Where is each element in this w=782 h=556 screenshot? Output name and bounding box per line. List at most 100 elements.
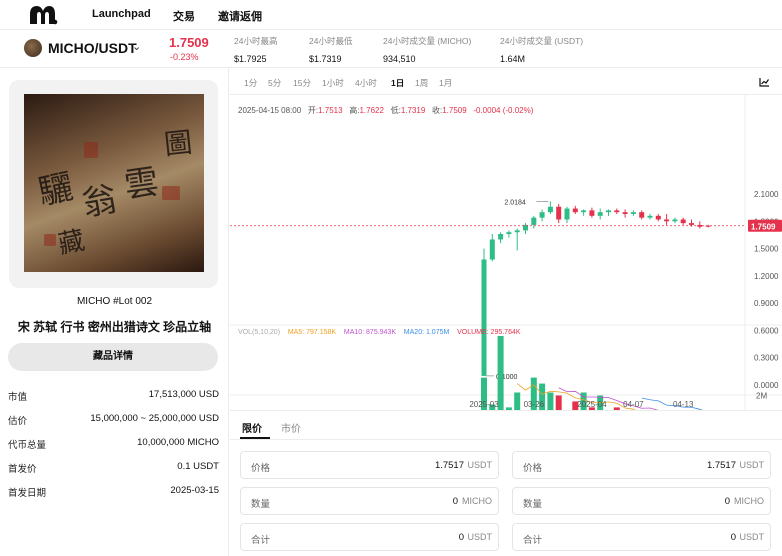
candle-body xyxy=(664,219,670,222)
pair-selector[interactable]: MICHO/USDT xyxy=(48,40,137,56)
candle-body xyxy=(689,223,694,225)
info-label: 首发日期 xyxy=(8,488,47,499)
vol-ma10: MA10: 875.943K xyxy=(343,329,397,336)
candle-body xyxy=(506,232,512,235)
candle-body xyxy=(481,259,487,376)
price-axis-label: 0.3000 xyxy=(754,354,779,363)
info-label: 首发价 xyxy=(8,464,37,475)
price-axis-label: 1.5000 xyxy=(754,245,779,254)
info-row-valuation: 估价 15,000,000 ~ 25,000,000 USD xyxy=(8,413,219,427)
stat-value: 1.64M xyxy=(500,54,526,64)
coin-avatar xyxy=(24,39,42,57)
vol-current: VOLUME: 295.764K xyxy=(457,329,521,336)
buy-price-input[interactable]: 价格 1.7517 USDT xyxy=(240,451,499,479)
info-label: 代币总量 xyxy=(8,440,47,451)
candle-body xyxy=(606,210,611,213)
price-axis-label: 0.0000 xyxy=(754,381,779,390)
stat-label: 24小时最高 xyxy=(234,36,278,46)
candle-body xyxy=(630,212,636,215)
vol-params: VOL(5,10,20) xyxy=(238,329,281,336)
stat-value: $1.7925 xyxy=(234,54,267,64)
asset-lot: MICHO #Lot 002 xyxy=(76,296,153,307)
field-unit: MICHO xyxy=(734,496,764,506)
field-value: 0 xyxy=(730,532,736,543)
buy-quantity-input[interactable]: 数量 0 MICHO xyxy=(240,487,499,515)
stat-value: 934,510 xyxy=(383,54,416,64)
field-label: 价格 xyxy=(251,463,271,474)
info-value: 10,000,000 MICHO xyxy=(137,437,219,448)
stat-volume-micho: 24小时成交量 (MICHO) 934,510 xyxy=(383,35,471,64)
stat-label: 24小时成交量 (MICHO) xyxy=(383,36,472,46)
chart-area: 1分 5分 15分 1小时 4小时 1日 1周 1月 2025-04-15 08… xyxy=(230,68,782,410)
last-price: 1.7509 xyxy=(169,35,209,50)
volume-bar xyxy=(497,335,504,410)
tab-limit[interactable]: 限价 xyxy=(242,420,262,435)
date-axis-label: 04-13 xyxy=(673,400,694,409)
stat-label: 24小时成交量 (USDT) xyxy=(500,36,584,46)
candle-body xyxy=(614,210,620,213)
candle-body xyxy=(639,212,645,218)
brand-logo[interactable] xyxy=(28,4,58,26)
candle-body xyxy=(531,217,537,225)
field-label: 合计 xyxy=(251,535,271,546)
info-label: 市值 xyxy=(8,392,28,403)
asset-panel: 驪 翁 雲 圖 藏 MICHO #Lot 002 宋 苏轼 行书 密州出猎诗文 … xyxy=(0,68,229,556)
candle-body xyxy=(556,206,562,220)
app-root: { "nav": {"launchpad": "Launchpad", "tra… xyxy=(0,0,782,556)
volume-bar xyxy=(514,392,521,410)
candle-body xyxy=(572,208,578,213)
info-row-launch-date: 首发日期 2025-03-15 xyxy=(8,485,219,499)
candle-body xyxy=(672,219,678,222)
chevron-down-icon[interactable]: ⌄ xyxy=(132,40,141,53)
price-axis-label: 0.9000 xyxy=(754,299,779,308)
volume-axis-label: 2M xyxy=(756,391,767,400)
price-axis-label: 0.6000 xyxy=(754,326,779,335)
vol-ma5: MA5: 797.158K xyxy=(287,329,337,336)
date-axis-label: 03-26 xyxy=(524,400,545,409)
stat-low: 24小时最低 $1.7319 xyxy=(309,35,352,64)
info-label: 估价 xyxy=(8,416,28,427)
sell-total-input[interactable]: 合计 0 USDT xyxy=(512,523,771,551)
info-value: 15,000,000 ~ 25,000,000 USD xyxy=(90,413,219,424)
field-unit: USDT xyxy=(739,532,765,542)
vol-ma20: MA20: 1.075M xyxy=(403,329,450,336)
tab-market[interactable]: 市价 xyxy=(281,420,301,435)
nav-launchpad[interactable]: Launchpad xyxy=(92,8,151,20)
buy-total-input[interactable]: 合计 0 USDT xyxy=(240,523,499,551)
stat-value: $1.7319 xyxy=(309,54,342,64)
candle-body xyxy=(547,206,553,213)
stat-volume-usdt: 24小时成交量 (USDT) 1.64M xyxy=(500,35,583,64)
current-price-tag-label: 1.7509 xyxy=(751,222,776,231)
candle-body xyxy=(498,234,504,240)
info-row-supply: 代币总量 10,000,000 MICHO xyxy=(8,437,219,451)
asset-title: 宋 苏轼 行书 密州出猎诗文 珍品立轴 xyxy=(17,320,212,334)
asset-detail-button[interactable]: 藏品详情 xyxy=(8,343,218,371)
stat-high: 24小时最高 $1.7925 xyxy=(234,35,277,64)
candlestick-chart[interactable]: 2.10001.80001.50001.20000.90000.60000.30… xyxy=(230,68,782,410)
field-unit: USDT xyxy=(467,532,493,542)
date-axis-label: 04-07 xyxy=(623,400,644,409)
candle-body xyxy=(581,210,587,213)
date-axis-label: 2025-03 xyxy=(469,400,499,409)
info-row-launch-price: 首发价 0.1 USDT xyxy=(8,461,219,475)
candle-body xyxy=(489,239,495,260)
sell-price-input[interactable]: 价格 1.7517 USDT xyxy=(512,451,771,479)
candle-body xyxy=(564,208,570,220)
calligraphy-image: 驪 翁 雲 圖 藏 xyxy=(24,94,204,272)
candle-body xyxy=(589,210,595,216)
field-value: 1.7517 xyxy=(706,460,736,471)
info-value: 17,513,000 USD xyxy=(148,389,219,400)
info-value: 2025-03-15 xyxy=(170,485,219,496)
field-value: 0 xyxy=(458,532,464,543)
order-panel: 限价 市价 价格 1.7517 USDT 数量 0 MICHO 合计 0 USD… xyxy=(230,410,782,556)
field-value: 0 xyxy=(724,496,730,507)
candle-body xyxy=(539,212,545,218)
field-label: 价格 xyxy=(523,463,543,474)
price-axis-label: 1.2000 xyxy=(754,272,779,281)
sell-quantity-input[interactable]: 数量 0 MICHO xyxy=(512,487,771,515)
top-nav: Launchpad 交易 邀请返佣 xyxy=(0,0,782,30)
nav-trade[interactable]: 交易 xyxy=(173,8,195,24)
ticker-bar: MICHO/USDT ⌄ 1.7509 -0.23% 24小时最高 $1.792… xyxy=(0,30,782,68)
nav-referral[interactable]: 邀请返佣 xyxy=(218,8,262,24)
asset-image-card: 驪 翁 雲 圖 藏 xyxy=(9,80,218,288)
